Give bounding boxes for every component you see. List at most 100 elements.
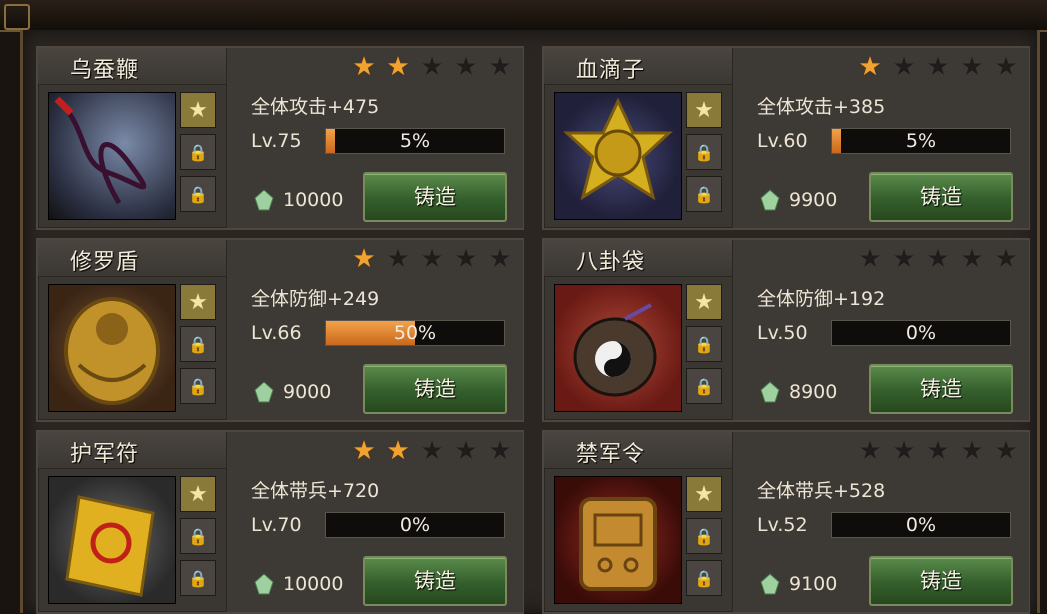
gem-slots: ★ 🔒 🔒 bbox=[180, 92, 216, 218]
locked-slot-lock-icon: 🔒 bbox=[180, 134, 216, 170]
gem-slot-star-icon[interactable]: ★ bbox=[686, 284, 722, 320]
star-rating: ★ ★ ★ ★ ★ bbox=[855, 54, 1021, 80]
locked-slot-lock-icon: 🔒 bbox=[686, 134, 722, 170]
locked-slot-lock-icon: 🔒 bbox=[180, 326, 216, 362]
star-icon: ★ bbox=[858, 52, 882, 82]
forge-button[interactable]: 铸造 bbox=[363, 172, 507, 222]
locked-slot-lock-icon: 🔒 bbox=[180, 368, 216, 404]
star-icon: ★ bbox=[420, 52, 444, 82]
cost: 9000 bbox=[251, 380, 331, 404]
talisman-icon bbox=[48, 476, 176, 604]
level-label: Lv.75 bbox=[251, 130, 302, 152]
gem-slot-star-icon[interactable]: ★ bbox=[686, 92, 722, 128]
gem-slots: ★ 🔒 🔒 bbox=[686, 284, 722, 410]
card-details: ★ ★ ★ ★ ★ 全体带兵+528 Lv.52 0% 9100 铸造 bbox=[732, 432, 1029, 612]
star-icon: ★ bbox=[858, 436, 882, 466]
gem-slots: ★ 🔒 🔒 bbox=[686, 92, 722, 218]
equipment-name: 护军符 bbox=[70, 442, 140, 467]
star-icon: ★ bbox=[386, 436, 410, 466]
star-icon: ★ bbox=[960, 436, 984, 466]
progress-bar: 0% bbox=[325, 512, 505, 538]
progress-bar: 50% bbox=[325, 320, 505, 346]
gem-slot-star-icon[interactable]: ★ bbox=[686, 476, 722, 512]
equipment-card: 禁军令 ★ 🔒 🔒 ★ ★ ★ ★ ★ 全体带兵+528 Lv.52 0% 9100 铸… bbox=[542, 430, 1030, 614]
crystal-icon bbox=[760, 381, 780, 403]
crystal-icon bbox=[760, 573, 780, 595]
level-label: Lv.70 bbox=[251, 514, 302, 536]
star-icon: ★ bbox=[960, 52, 984, 82]
star-icon: ★ bbox=[454, 52, 478, 82]
star-icon: ★ bbox=[926, 244, 950, 274]
corner-ornament-icon bbox=[4, 4, 30, 30]
stat-bonus: 全体攻击+475 bbox=[251, 96, 380, 118]
locked-slot-lock-icon: 🔒 bbox=[180, 518, 216, 554]
crystal-icon bbox=[254, 189, 274, 211]
progress-text: 50% bbox=[393, 322, 437, 344]
gem-slot-star-icon[interactable]: ★ bbox=[180, 284, 216, 320]
token-icon bbox=[554, 476, 682, 604]
star-icon: ★ bbox=[352, 244, 376, 274]
star-icon: ★ bbox=[386, 52, 410, 82]
star-icon: ★ bbox=[926, 436, 950, 466]
card-details: ★ ★ ★ ★ ★ 全体攻击+475 Lv.75 5% 10000 铸造 bbox=[226, 48, 523, 228]
star-icon: ★ bbox=[386, 244, 410, 274]
stat-bonus: 全体攻击+385 bbox=[757, 96, 886, 118]
star-icon: ★ bbox=[892, 436, 916, 466]
progress-text: 0% bbox=[905, 514, 937, 536]
star-icon: ★ bbox=[892, 244, 916, 274]
gem-slot-star-icon[interactable]: ★ bbox=[180, 476, 216, 512]
cost-value: 9000 bbox=[283, 381, 332, 403]
equipment-name: 血滴子 bbox=[576, 58, 646, 83]
forge-button[interactable]: 铸造 bbox=[869, 172, 1013, 222]
equipment-name: 修罗盾 bbox=[70, 250, 140, 275]
name-strip: 修罗盾 bbox=[38, 240, 226, 277]
equipment-card: 八卦袋 ★ 🔒 🔒 ★ ★ ★ ★ ★ 全体防御+192 Lv.50 0% 8900 铸… bbox=[542, 238, 1030, 422]
locked-slot-lock-icon: 🔒 bbox=[686, 560, 722, 596]
whip-icon bbox=[48, 92, 176, 220]
stat-bonus: 全体防御+249 bbox=[251, 288, 380, 310]
star-icon: ★ bbox=[892, 52, 916, 82]
progress-bar: 0% bbox=[831, 512, 1011, 538]
locked-slot-lock-icon: 🔒 bbox=[180, 560, 216, 596]
card-details: ★ ★ ★ ★ ★ 全体防御+192 Lv.50 0% 8900 铸造 bbox=[732, 240, 1029, 420]
progress-text: 0% bbox=[905, 322, 937, 344]
cost-value: 10000 bbox=[283, 189, 344, 211]
bagua-bag-icon bbox=[554, 284, 682, 412]
star-icon: ★ bbox=[994, 244, 1018, 274]
locked-slot-lock-icon: 🔒 bbox=[180, 176, 216, 212]
name-strip: 禁军令 bbox=[544, 432, 732, 469]
gem-slot-star-icon[interactable]: ★ bbox=[180, 92, 216, 128]
equipment-name: 禁军令 bbox=[576, 442, 646, 467]
card-details: ★ ★ ★ ★ ★ 全体防御+249 Lv.66 50% 9000 铸造 bbox=[226, 240, 523, 420]
crystal-icon bbox=[760, 189, 780, 211]
star-icon: ★ bbox=[352, 436, 376, 466]
star-rating: ★ ★ ★ ★ ★ bbox=[349, 54, 515, 80]
progress-bar: 5% bbox=[831, 128, 1011, 154]
forge-button[interactable]: 铸造 bbox=[869, 556, 1013, 606]
locked-slot-lock-icon: 🔒 bbox=[686, 176, 722, 212]
blade-disc-icon bbox=[554, 92, 682, 220]
progress-bar: 0% bbox=[831, 320, 1011, 346]
star-rating: ★ ★ ★ ★ ★ bbox=[349, 246, 515, 272]
progress-text: 5% bbox=[905, 130, 937, 152]
star-icon: ★ bbox=[488, 52, 512, 82]
cost-value: 10000 bbox=[283, 573, 344, 595]
stat-bonus: 全体防御+192 bbox=[757, 288, 886, 310]
name-strip: 血滴子 bbox=[544, 48, 732, 85]
forge-button[interactable]: 铸造 bbox=[363, 364, 507, 414]
progress-text: 5% bbox=[399, 130, 431, 152]
forge-button[interactable]: 铸造 bbox=[869, 364, 1013, 414]
name-strip: 护军符 bbox=[38, 432, 226, 469]
card-details: ★ ★ ★ ★ ★ 全体攻击+385 Lv.60 5% 9900 铸造 bbox=[732, 48, 1029, 228]
cost-value: 8900 bbox=[789, 381, 838, 403]
stat-bonus: 全体带兵+528 bbox=[757, 480, 886, 502]
equipment-name: 乌蚕鞭 bbox=[70, 58, 140, 83]
forge-button[interactable]: 铸造 bbox=[363, 556, 507, 606]
top-bar bbox=[0, 0, 1047, 32]
star-icon: ★ bbox=[858, 244, 882, 274]
star-icon: ★ bbox=[488, 436, 512, 466]
equipment-card: 修罗盾 ★ 🔒 🔒 ★ ★ ★ ★ ★ 全体防御+249 Lv.66 50% 9000 … bbox=[36, 238, 524, 422]
star-icon: ★ bbox=[994, 52, 1018, 82]
star-icon: ★ bbox=[926, 52, 950, 82]
progress-bar: 5% bbox=[325, 128, 505, 154]
